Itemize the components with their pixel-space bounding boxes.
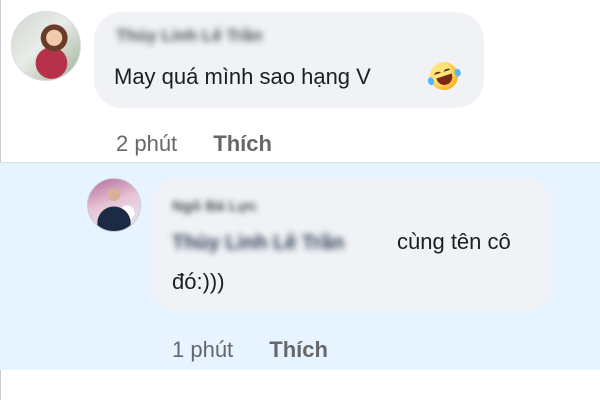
reply-author-avatar[interactable] (87, 178, 141, 232)
reply-like-button[interactable]: Thích (269, 337, 328, 362)
comment: Thùy Linh Lê Trần May quá mình sao hạng … (0, 0, 600, 162)
reply-timestamp[interactable]: 1 phút (172, 337, 233, 362)
comment-like-button[interactable]: Thích (213, 131, 272, 156)
comment-timestamp[interactable]: 2 phút (116, 131, 177, 156)
reply-mention-link[interactable]: Thùy Linh Lê Trần (172, 232, 392, 256)
comment-author-name[interactable]: Thùy Linh Lê Trần (116, 26, 278, 46)
reply-text-line1: cùng tên cô (397, 229, 511, 254)
reply-author-name[interactable]: Ngô Bá Lực (172, 198, 260, 216)
comment-text: May quá mình sao hạng V (114, 64, 371, 89)
reply-text-line2: đó:))) (172, 269, 225, 294)
commenter-avatar[interactable] (11, 11, 81, 81)
reply-meta: 1 phút Thích (172, 337, 328, 363)
comment-meta: 2 phút Thích (116, 131, 272, 157)
